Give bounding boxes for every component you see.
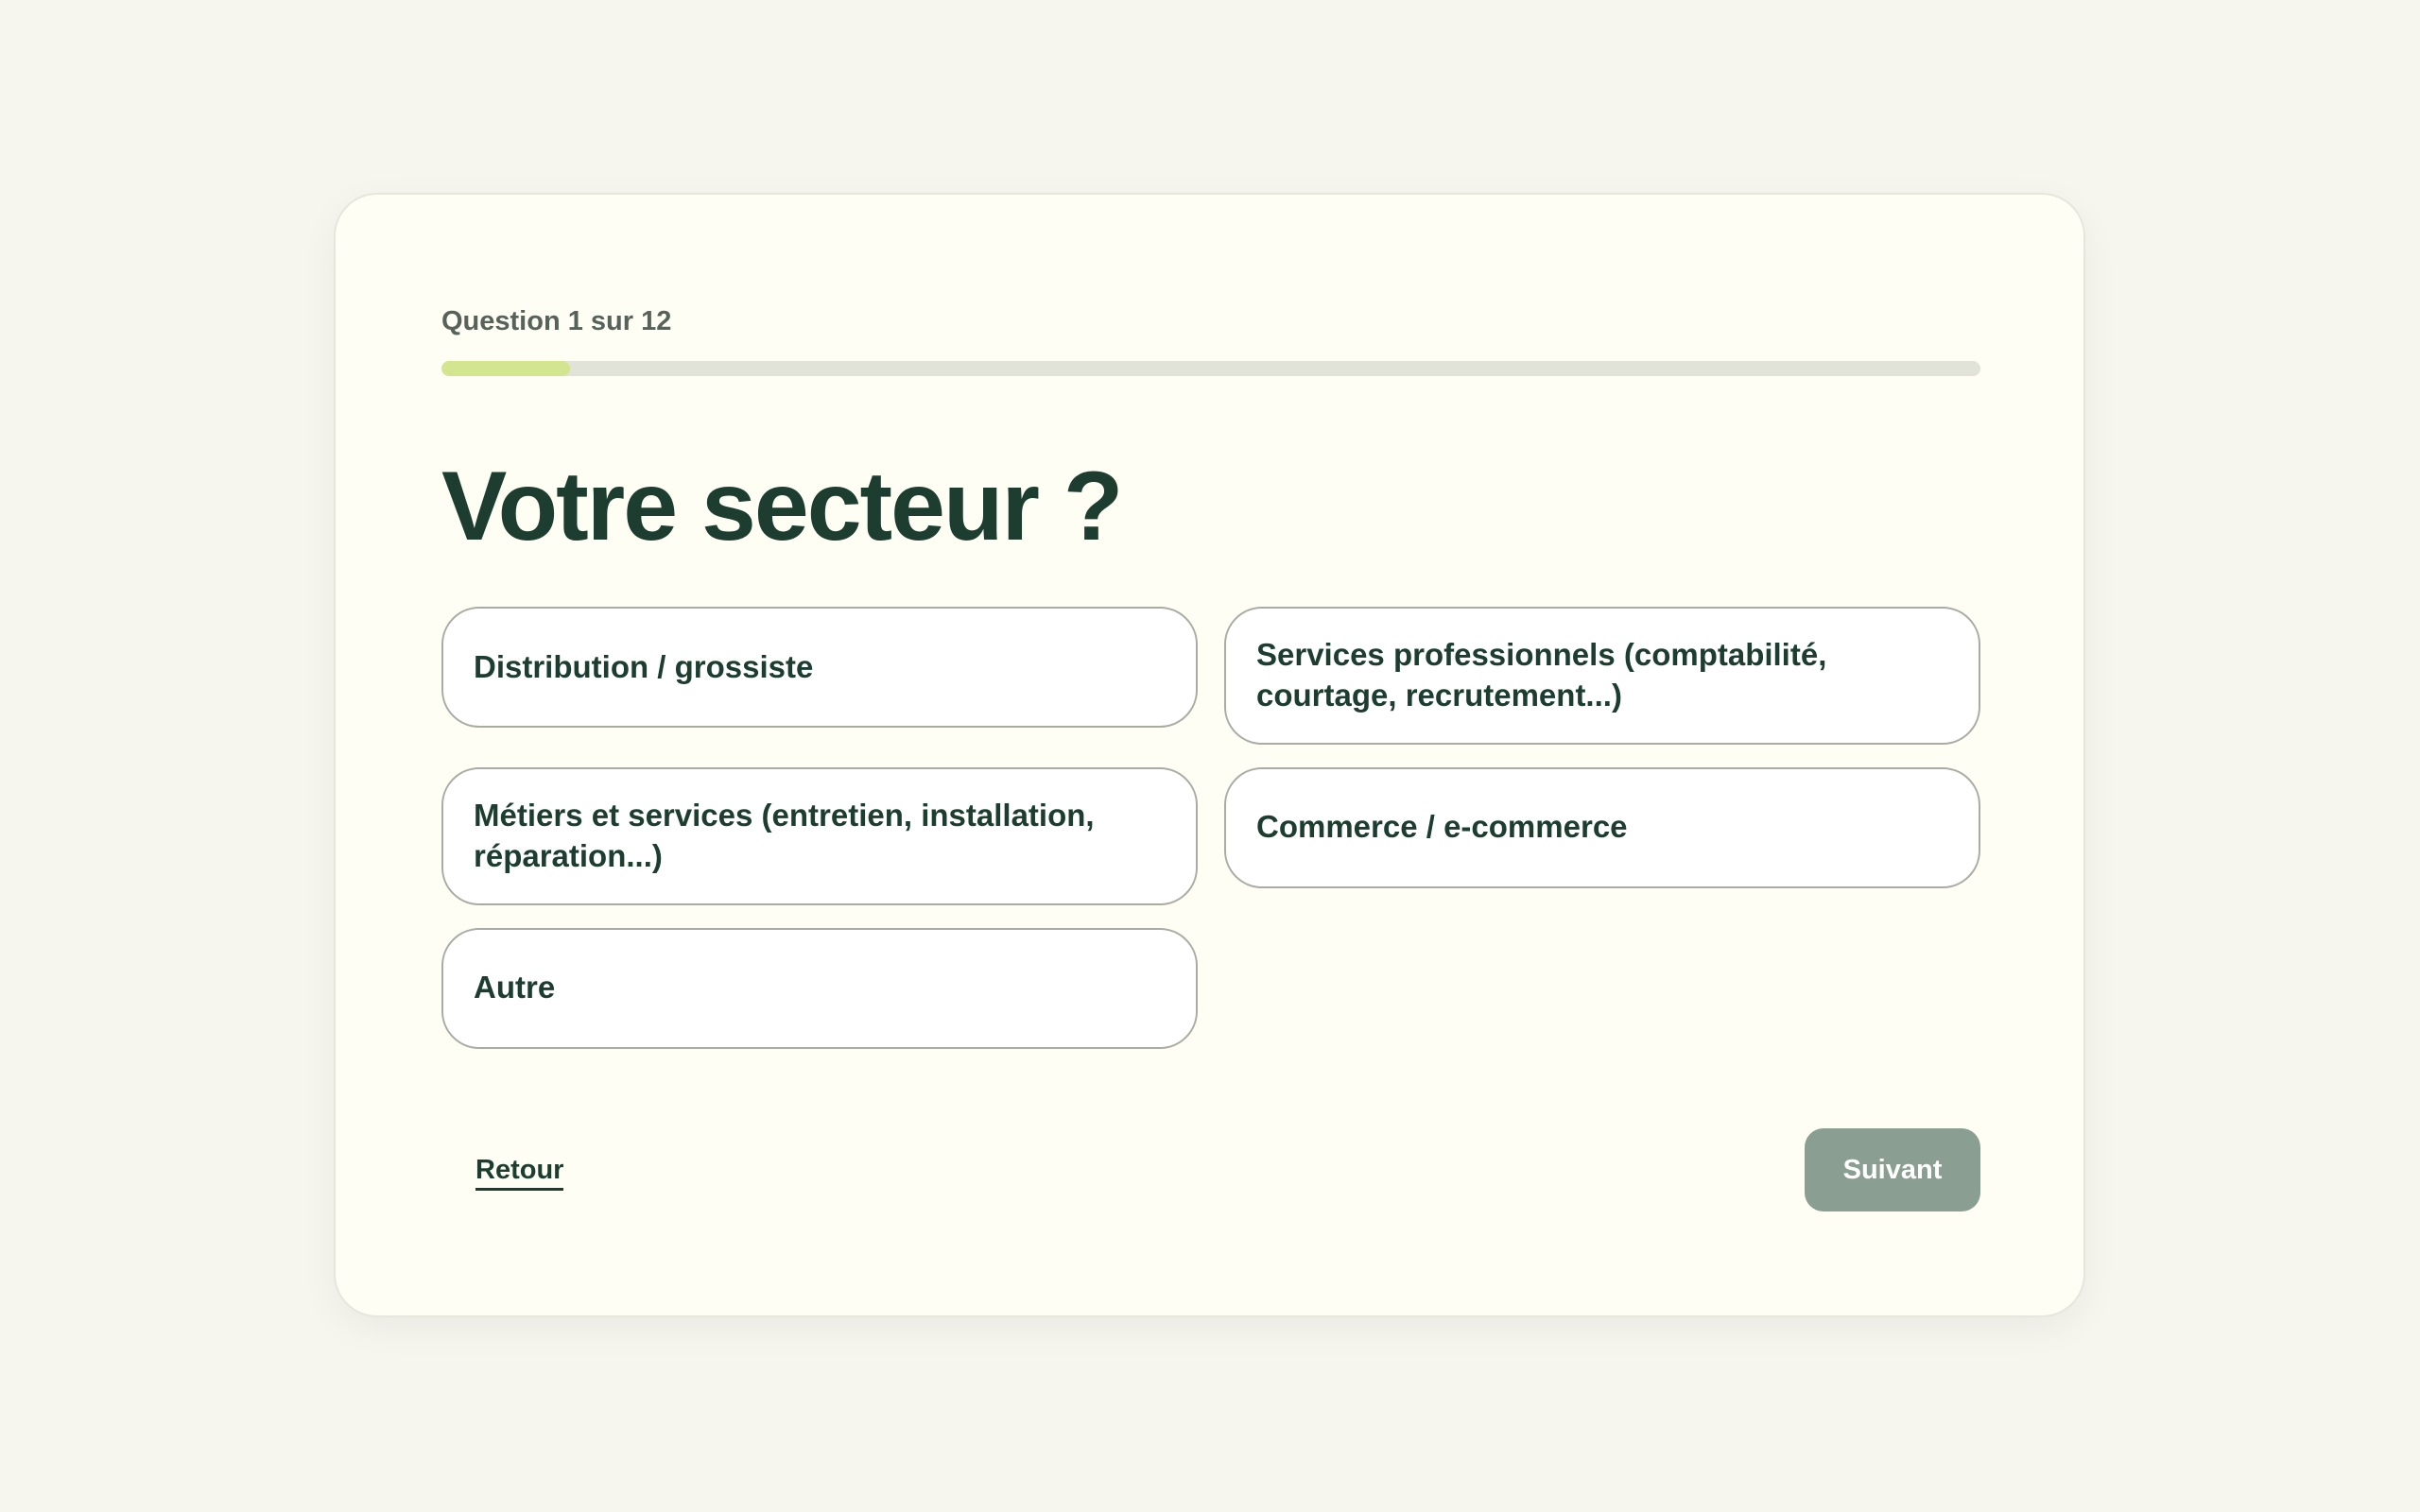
step-counter: Question 1 sur 12 (441, 306, 672, 336)
option-professional-services[interactable]: Services professionnels (comptabilité, c… (1224, 607, 1980, 745)
option-distribution[interactable]: Distribution / grossiste (441, 607, 1198, 728)
option-commerce[interactable]: Commerce / e-commerce (1224, 766, 1980, 888)
option-label: Commerce / e-commerce (1256, 809, 1628, 845)
progress-bar (441, 361, 1980, 376)
next-button[interactable]: Suivant (1805, 1128, 1980, 1211)
quiz-card: Question 1 sur 12 Votre secteur ? Distri… (334, 193, 2085, 1317)
option-label: Services professionnels (comptabilité, c… (1256, 637, 1827, 713)
option-other[interactable]: Autre (441, 927, 1198, 1049)
progress-bar-fill (441, 361, 570, 376)
options-grid: Distribution / grossiste Services profes… (441, 607, 1980, 1049)
back-link[interactable]: Retour (475, 1155, 564, 1191)
option-label: Distribution / grossiste (474, 648, 814, 684)
option-trades-services[interactable]: Métiers et services (entretien, installa… (441, 766, 1198, 905)
option-label: Métiers et services (entretien, installa… (474, 797, 1095, 873)
question-title: Votre secteur ? (441, 452, 1123, 561)
option-label: Autre (474, 970, 556, 1005)
